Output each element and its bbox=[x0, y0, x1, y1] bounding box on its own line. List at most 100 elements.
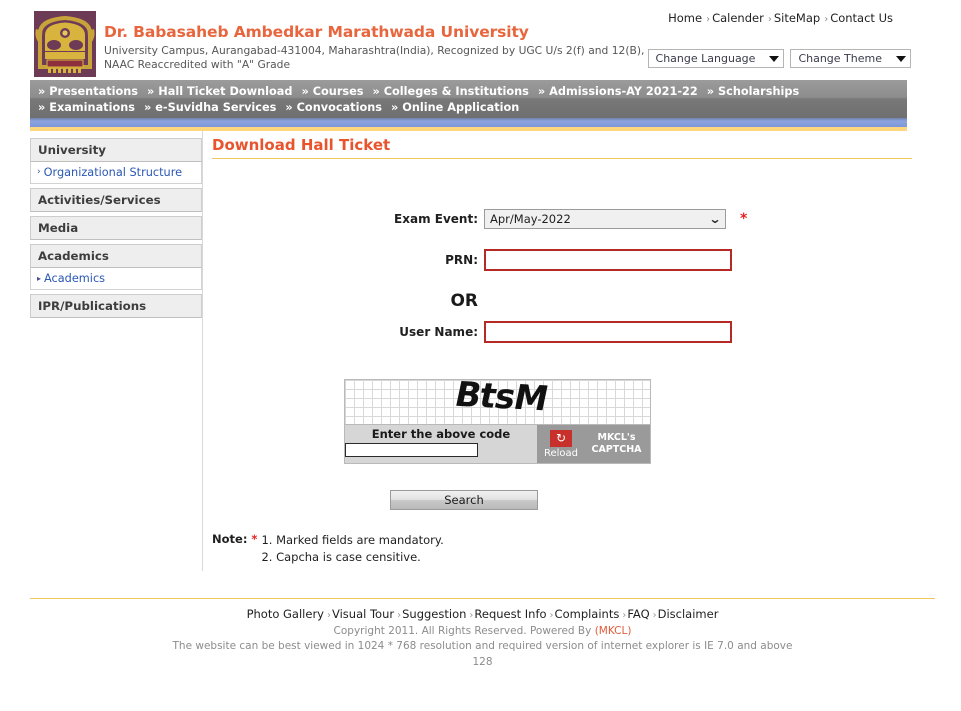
page-title: Download Hall Ticket bbox=[212, 136, 391, 154]
footer-divider bbox=[30, 598, 935, 599]
nav-item-colleges-institutions[interactable]: » Colleges & Institutions bbox=[373, 84, 529, 100]
mkcl-link[interactable]: (MKCL) bbox=[595, 625, 632, 637]
nav-blue-strip bbox=[30, 118, 907, 127]
change-language-label: Change Language bbox=[655, 52, 756, 65]
username-input[interactable] bbox=[484, 321, 732, 343]
exam-event-select[interactable]: Apr/May-2022 ⌄ bbox=[484, 209, 726, 229]
nav-item-convocations[interactable]: » Convocations bbox=[285, 100, 382, 116]
sidebar-group-ipr-publications: IPR/Publications bbox=[30, 294, 202, 318]
search-row: Search bbox=[390, 490, 935, 510]
sidebar-group-academics: Academics ▸ Academics bbox=[30, 244, 202, 290]
sidebar-heading-media[interactable]: Media bbox=[30, 216, 202, 240]
footer-link-complaints[interactable]: Complaints bbox=[555, 607, 620, 621]
nav-bullet: » bbox=[38, 85, 46, 98]
top-link-home[interactable]: Home bbox=[668, 11, 702, 25]
site-header: Dr. Babasaheb Ambedkar Marathwada Univer… bbox=[0, 0, 961, 80]
university-logo bbox=[34, 11, 96, 77]
chevron-right-icon: › bbox=[37, 167, 41, 177]
nav-item-admissions[interactable]: » Admissions-AY 2021-22 bbox=[538, 84, 698, 100]
nav-item-presentations[interactable]: » Presentations bbox=[38, 84, 138, 100]
main-navigation: » Presentations» Hall Ticket Download» C… bbox=[30, 80, 907, 118]
footer-link-visual-tour[interactable]: Visual Tour bbox=[332, 607, 394, 621]
footer-link-request-info[interactable]: Request Info bbox=[474, 607, 546, 621]
prn-row: PRN: bbox=[212, 249, 935, 271]
captcha-input[interactable] bbox=[345, 443, 478, 457]
exam-event-label: Exam Event: bbox=[394, 212, 478, 226]
captcha-brand-area: ↻ Reload MKCL's CAPTCHA bbox=[537, 425, 650, 463]
captcha-reload[interactable]: ↻ Reload bbox=[537, 429, 585, 459]
copyright-text: Copyright 2011. All Rights Reserved. Pow… bbox=[333, 625, 595, 637]
footer-link-separator: › bbox=[652, 610, 657, 621]
change-language-select[interactable]: Change Language bbox=[647, 49, 785, 68]
nav-item-hall-ticket-download[interactable]: » Hall Ticket Download bbox=[147, 84, 292, 100]
nav-item-e-suvidha-services[interactable]: » e-Suvidha Services bbox=[144, 100, 276, 116]
sidebar-item-label: Organizational Structure bbox=[43, 166, 183, 179]
sidebar: University › Organizational Structure Ac… bbox=[30, 131, 202, 571]
reload-label: Reload bbox=[543, 447, 579, 459]
nav-bullet: » bbox=[285, 100, 293, 114]
top-link-separator: › bbox=[706, 14, 711, 25]
username-label: User Name: bbox=[399, 325, 478, 339]
search-button[interactable]: Search bbox=[390, 490, 538, 510]
change-theme-label: Change Theme bbox=[798, 52, 882, 65]
footer-copyright: Copyright 2011. All Rights Reserved. Pow… bbox=[30, 625, 935, 637]
or-text: OR bbox=[450, 291, 478, 311]
sidebar-item-academics[interactable]: ▸ Academics bbox=[30, 268, 202, 290]
footer-browser-note: The website can be best viewed in 1024 *… bbox=[172, 640, 793, 652]
nav-item-examinations[interactable]: » Examinations bbox=[38, 100, 135, 116]
sidebar-item-label: Academics bbox=[44, 272, 106, 285]
top-link-contact-us[interactable]: Contact Us bbox=[830, 11, 893, 25]
nav-label: Convocations bbox=[296, 100, 382, 114]
nav-item-scholarships[interactable]: » Scholarships bbox=[707, 84, 799, 100]
top-link-sitemap[interactable]: SiteMap bbox=[774, 11, 820, 25]
required-indicator: * bbox=[740, 211, 748, 227]
footer-link-photo-gallery[interactable]: Photo Gallery bbox=[247, 607, 324, 621]
note-line-2: 2. Capcha is case censitive. bbox=[261, 550, 421, 564]
captcha-controls: Enter the above code ↻ Reload MKCL's CAP… bbox=[345, 425, 650, 463]
footer-link-suggestion[interactable]: Suggestion bbox=[402, 607, 466, 621]
sidebar-item-organizational-structure[interactable]: › Organizational Structure bbox=[30, 162, 202, 184]
main-navigation-wrapper: » Presentations» Hall Ticket Download» C… bbox=[30, 80, 907, 131]
captcha-widget: BtsM Enter the above code ↻ Reload MKCL'… bbox=[344, 379, 651, 464]
captcha-image: BtsM bbox=[345, 380, 650, 425]
nav-label: Presentations bbox=[49, 85, 139, 98]
title-divider bbox=[212, 158, 912, 159]
or-row: OR bbox=[212, 291, 935, 311]
nav-item-online-application[interactable]: » Online Application bbox=[391, 100, 519, 116]
change-theme-select[interactable]: Change Theme bbox=[790, 49, 911, 68]
footer-links: Photo Gallery ›Visual Tour ›Suggestion ›Req… bbox=[30, 607, 935, 621]
top-nav-links: Home › Calender › SiteMap › Contact Us bbox=[668, 11, 893, 25]
prn-label: PRN: bbox=[445, 253, 478, 267]
note-star: * bbox=[251, 532, 258, 546]
footer-link-separator: › bbox=[549, 610, 554, 621]
top-link-calender[interactable]: Calender bbox=[712, 11, 764, 25]
nav-bullet: » bbox=[38, 100, 46, 114]
nav-item-courses[interactable]: » Courses bbox=[301, 84, 363, 100]
exam-event-row: Exam Event: Apr/May-2022 ⌄ * bbox=[212, 209, 935, 229]
note-line-1: 1. Marked fields are mandatory. bbox=[261, 533, 444, 547]
footer-link-separator: › bbox=[397, 610, 402, 621]
sidebar-group-activities-services: Activities/Services bbox=[30, 188, 202, 212]
sidebar-heading-university[interactable]: University bbox=[30, 138, 202, 162]
site-footer: Photo Gallery ›Visual Tour ›Suggestion ›Req… bbox=[30, 598, 935, 668]
sidebar-heading-academics[interactable]: Academics bbox=[30, 244, 202, 268]
exam-event-value: Apr/May-2022 bbox=[490, 212, 571, 226]
footer-link-faq[interactable]: FAQ bbox=[627, 607, 649, 621]
nav-label: Colleges & Institutions bbox=[383, 85, 529, 98]
university-name: Dr. Babasaheb Ambedkar Marathwada Univer… bbox=[104, 23, 529, 41]
note-label: Note: bbox=[212, 532, 248, 546]
sidebar-heading-ipr-publications[interactable]: IPR/Publications bbox=[30, 294, 202, 318]
footer-link-disclaimer[interactable]: Disclaimer bbox=[658, 607, 719, 621]
form-note: Note: * 1. Marked fields are mandatory. … bbox=[212, 532, 935, 566]
nav-label: Admissions-AY 2021-22 bbox=[549, 85, 698, 98]
prn-input[interactable] bbox=[484, 249, 732, 271]
sidebar-heading-activities-services[interactable]: Activities/Services bbox=[30, 188, 202, 212]
sidebar-group-university: University › Organizational Structure bbox=[30, 138, 202, 184]
hall-ticket-form: Exam Event: Apr/May-2022 ⌄ * PRN: OR Use… bbox=[212, 167, 935, 566]
nav-bullet: » bbox=[706, 85, 715, 98]
footer-counter: 128 bbox=[472, 656, 493, 668]
header-title-block: Dr. Babasaheb Ambedkar Marathwada Univer… bbox=[104, 24, 664, 71]
page-body: University › Organizational Structure Ac… bbox=[30, 131, 935, 571]
top-link-separator: › bbox=[824, 14, 829, 25]
nav-bullet: » bbox=[301, 85, 309, 98]
